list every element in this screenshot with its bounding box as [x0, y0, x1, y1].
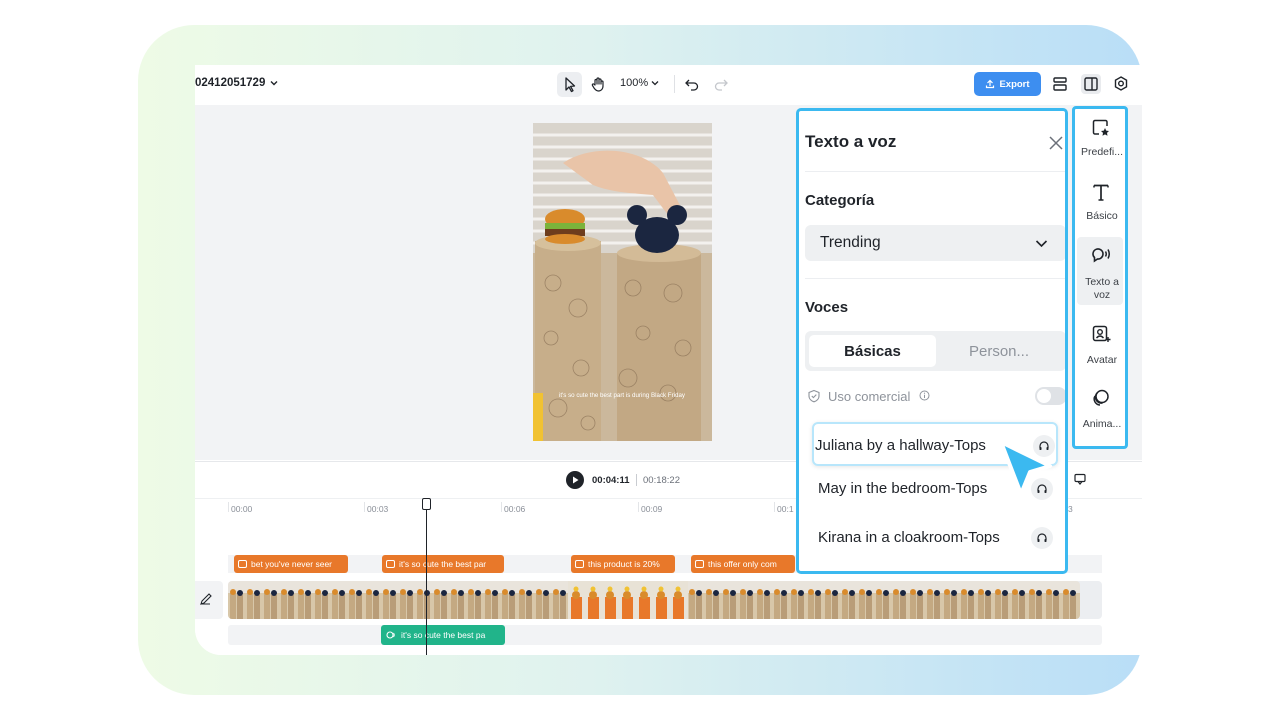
- caption-clip-icon: [386, 560, 395, 568]
- undo-icon[interactable]: [683, 75, 701, 93]
- side-rail: Predefi... Básico Texto a voz Avatar Ani…: [1072, 106, 1128, 449]
- ruler-tick: [364, 502, 365, 512]
- caption-icon[interactable]: [1073, 472, 1087, 486]
- subtitle-overlay: it's so cute the best part is during Bla…: [559, 392, 686, 399]
- total-time: 00:18:22: [643, 475, 680, 486]
- text-icon: [1093, 184, 1109, 201]
- toolbar-divider: [674, 75, 675, 93]
- chevron-down-icon: [1035, 240, 1048, 248]
- text-to-speech-panel: Texto a voz Categoría Trending Voces Bás…: [796, 108, 1068, 574]
- ruler-label: 00:09: [641, 504, 663, 514]
- shield-icon: [808, 389, 820, 403]
- panel-layout-icon[interactable]: [1081, 74, 1101, 94]
- mouse-cursor-icon: [999, 440, 1052, 496]
- rail-label: Anima...: [1082, 418, 1122, 430]
- subtitle-clip[interactable]: this product is 20%: [571, 555, 675, 573]
- voice-tabs: Básicas Person...: [805, 331, 1065, 371]
- rail-label: Predefi...: [1080, 146, 1124, 158]
- select-tool-button[interactable]: [557, 72, 582, 97]
- voice-name: Kirana in a cloakroom-Tops: [818, 529, 1000, 546]
- close-icon[interactable]: [1048, 135, 1064, 151]
- rail-item-avatar[interactable]: Avatar: [1077, 315, 1123, 383]
- caption-clip-icon: [238, 560, 247, 568]
- tab-basicas[interactable]: Básicas: [809, 335, 936, 367]
- animation-icon: [1093, 389, 1109, 406]
- subtitle-clip[interactable]: bet you've never seer: [234, 555, 348, 573]
- current-time: 00:04:11: [592, 475, 630, 486]
- playhead-handle[interactable]: [422, 498, 431, 510]
- edit-track-button[interactable]: [195, 581, 223, 619]
- ruler-tick: [638, 502, 639, 512]
- chevron-down-icon[interactable]: [650, 78, 660, 88]
- caption-clip-icon: [695, 560, 704, 568]
- upload-icon: [986, 79, 995, 89]
- ruler-label: 00:00: [231, 504, 253, 514]
- category-select[interactable]: Trending: [805, 225, 1065, 261]
- rail-label: Avatar: [1086, 354, 1118, 366]
- tts-audio-clip[interactable]: it's so cute the best pa: [381, 625, 505, 645]
- zoom-level[interactable]: 100%: [620, 77, 648, 89]
- preview-voice-button[interactable]: [1031, 527, 1053, 549]
- rail-item-animation[interactable]: Anima...: [1077, 379, 1123, 446]
- caption-clip-icon: [575, 560, 584, 568]
- ruler-tick: [774, 502, 775, 512]
- ruler-label: 00:1: [777, 504, 794, 514]
- video-thumbnails: [228, 581, 1080, 619]
- ruler-label: 3: [1068, 504, 1073, 514]
- project-name[interactable]: 02412051729: [195, 77, 265, 89]
- preset-icon: [1092, 119, 1109, 136]
- audio-track: [228, 625, 1102, 645]
- playhead-line: [426, 498, 427, 655]
- redo-icon[interactable]: [712, 75, 730, 93]
- play-icon: [573, 476, 579, 484]
- hand-icon: [591, 77, 604, 92]
- rail-item-basic[interactable]: Básico: [1077, 173, 1123, 241]
- export-button[interactable]: Export: [974, 72, 1041, 96]
- pointer-icon: [565, 77, 576, 93]
- ruler-tick: [228, 502, 229, 512]
- export-label: Export: [999, 78, 1030, 90]
- video-frame-image: it's so cute the best part is during Bla…: [533, 123, 712, 441]
- ruler-label: 00:06: [504, 504, 526, 514]
- commercial-use-label: Uso comercial: [828, 389, 911, 404]
- speech-icon: [386, 631, 395, 639]
- tab-personalizadas[interactable]: Person...: [936, 335, 1062, 367]
- commercial-use-toggle[interactable]: [1035, 387, 1065, 405]
- info-icon[interactable]: [919, 390, 930, 401]
- category-value: Trending: [820, 234, 881, 251]
- avatar-icon: [1092, 325, 1111, 342]
- video-clip[interactable]: [228, 581, 1080, 619]
- rail-item-text-to-speech[interactable]: Texto a voz: [1077, 237, 1123, 305]
- hand-tool-button[interactable]: [586, 72, 611, 97]
- video-preview[interactable]: it's so cute the best part is during Bla…: [533, 123, 712, 441]
- ruler-label: 00:03: [367, 504, 389, 514]
- voice-name: May in the bedroom-Tops: [818, 480, 988, 497]
- rail-item-preset[interactable]: Predefi...: [1077, 109, 1123, 177]
- pencil-icon: [200, 593, 212, 605]
- chevron-down-icon[interactable]: [268, 77, 280, 89]
- ruler-tick: [501, 502, 502, 512]
- time-divider: [636, 474, 637, 486]
- speech-icon: [1092, 248, 1110, 263]
- category-label: Categoría: [805, 192, 875, 209]
- layers-icon[interactable]: [1050, 74, 1070, 94]
- subtitle-clip[interactable]: it's so cute the best par: [382, 555, 504, 573]
- voice-name: Juliana by a hallway-Tops: [815, 437, 986, 454]
- top-toolbar: 02412051729 100% Export: [195, 65, 1142, 105]
- divider: [805, 278, 1065, 279]
- screenshot-stage: 02412051729 100% Export it's so cute the…: [0, 0, 1280, 720]
- panel-title: Texto a voz: [805, 132, 897, 151]
- voices-label: Voces: [805, 299, 849, 316]
- headphones-icon: [1037, 533, 1047, 542]
- voice-item[interactable]: Kirana in a cloakroom-Tops: [812, 516, 1058, 560]
- divider: [805, 171, 1065, 172]
- rail-label: Texto a voz: [1085, 276, 1119, 301]
- rail-label: Básico: [1086, 210, 1118, 222]
- gear-icon[interactable]: [1111, 74, 1131, 94]
- play-button[interactable]: [566, 471, 584, 489]
- subtitle-clip[interactable]: this offer only com: [691, 555, 795, 573]
